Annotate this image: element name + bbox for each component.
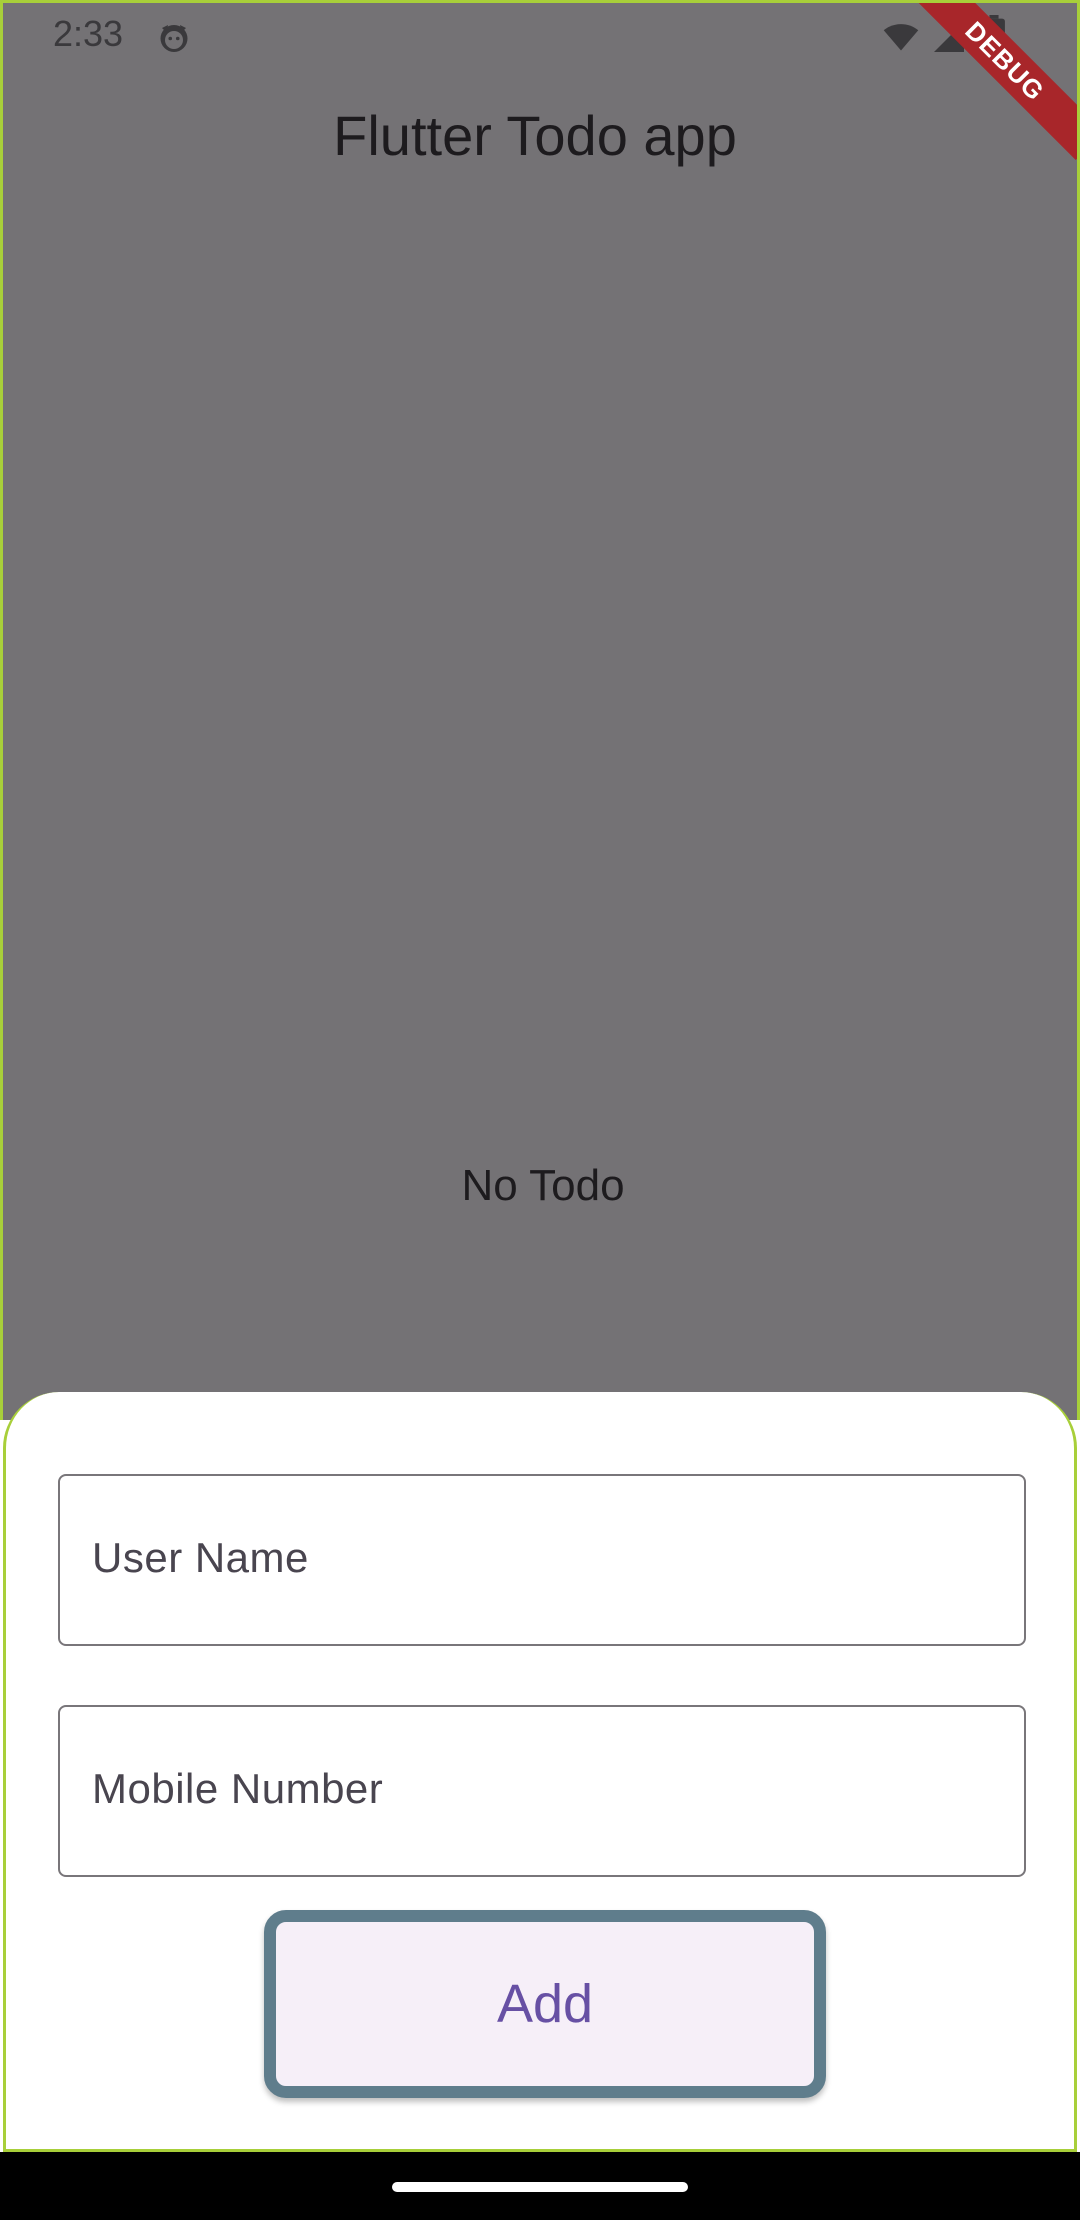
mobile-number-label: Mobile Number — [92, 1765, 384, 1812]
user-name-label: User Name — [92, 1534, 309, 1581]
signal-icon — [934, 22, 964, 52]
wifi-icon — [883, 24, 919, 51]
add-button[interactable]: Add — [264, 1910, 826, 2098]
home-gesture-handle[interactable] — [392, 2182, 688, 2192]
add-todo-bottom-sheet: User Name Mobile Number Add — [3, 1392, 1077, 2152]
navigation-bar — [0, 2152, 1080, 2220]
user-name-field[interactable]: User Name — [58, 1474, 1026, 1646]
background-scrim[interactable]: 2:33 DEBUG Flutter Todo app No Todo — [0, 0, 1080, 1420]
status-bar: 2:33 — [3, 3, 1080, 71]
screen: 2:33 DEBUG Flutter Todo app No Todo User… — [0, 0, 1080, 2220]
cat-icon — [160, 25, 188, 52]
empty-todo-message: No Todo — [461, 1161, 625, 1210]
mobile-number-field[interactable]: Mobile Number — [58, 1705, 1026, 1877]
battery-icon — [983, 15, 1005, 55]
status-time: 2:33 — [53, 13, 124, 54]
app-title: Flutter Todo app — [333, 104, 737, 167]
